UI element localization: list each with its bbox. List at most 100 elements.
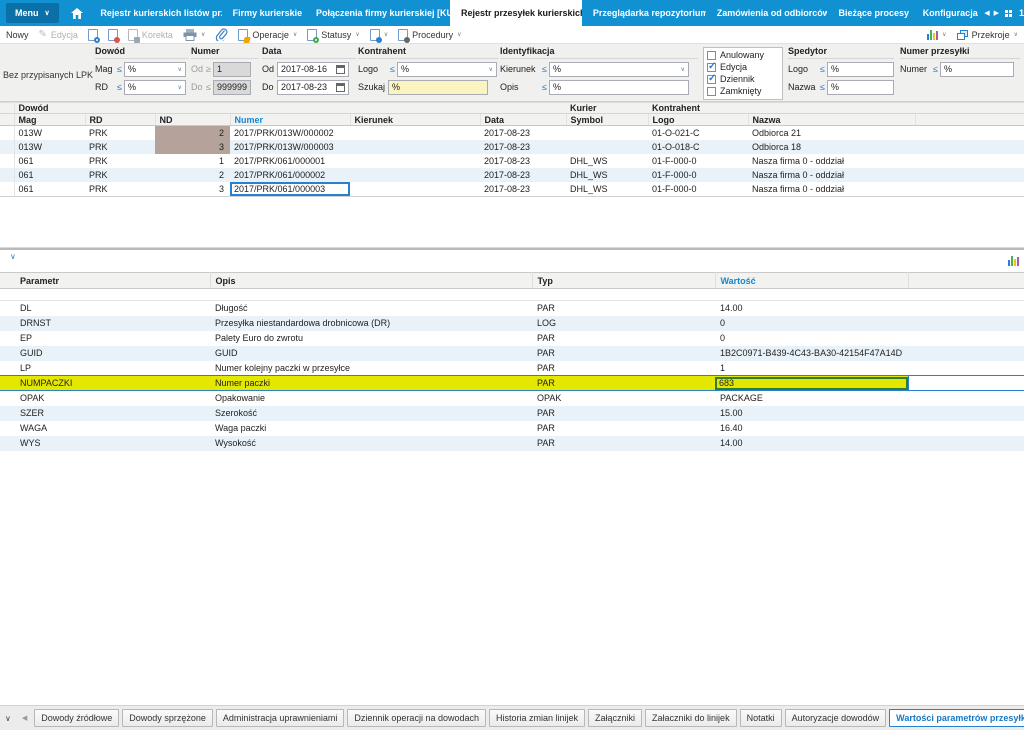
cell-logo[interactable]: 01-F-000-0 bbox=[648, 167, 749, 182]
cell-wartosc[interactable]: 15.00 bbox=[715, 405, 908, 421]
tabs-scroll-left-icon[interactable]: ◀ bbox=[22, 714, 27, 722]
cell-wartosc[interactable]: 0 bbox=[715, 315, 908, 331]
bottom-tab-dowody-sprzezone[interactable]: Dowody sprzężone bbox=[122, 709, 213, 727]
checkbox-dziennik[interactable]: Dziennik bbox=[707, 73, 779, 85]
cell-symbol[interactable]: DHL_WS bbox=[566, 167, 649, 182]
col-header-data[interactable]: Data bbox=[480, 113, 567, 126]
cell-parametr[interactable]: DRNST bbox=[0, 315, 210, 331]
procedures-menu-button[interactable]: Procedury ∨ bbox=[398, 28, 462, 43]
col-header-mag[interactable]: Mag bbox=[14, 113, 86, 126]
menu-button[interactable]: Menu ∨ bbox=[6, 3, 59, 23]
data-do-input[interactable]: 2017-08-23 bbox=[277, 79, 349, 95]
kontrahent-szukaj-input[interactable]: % bbox=[388, 79, 488, 95]
cell-numer-focused[interactable]: 2017/PRK/061/000003 bbox=[230, 181, 351, 197]
cell-wartosc[interactable]: 14.00 bbox=[715, 435, 908, 451]
cell-parametr[interactable]: WAGA bbox=[0, 421, 210, 436]
cell-data[interactable]: 2017-08-23 bbox=[480, 167, 567, 182]
cell-typ[interactable]: PAR bbox=[532, 345, 715, 361]
param-row[interactable]: DL Długość PAR 14.00 bbox=[0, 301, 1024, 316]
param-row[interactable]: WAGA Waga paczki PAR 16.40 bbox=[0, 421, 1024, 436]
cell-wartosc[interactable]: 16.40 bbox=[715, 421, 908, 436]
home-button[interactable] bbox=[65, 0, 90, 26]
cell-logo[interactable]: 01-O-021-C bbox=[648, 126, 748, 140]
tab-konfiguracja[interactable]: Konfiguracja bbox=[912, 0, 983, 26]
col-header-typ[interactable]: Typ bbox=[532, 272, 716, 289]
cell-wartosc[interactable]: PACKAGE bbox=[715, 391, 908, 406]
bottom-tab-historia-zmian-linijek[interactable]: Historia zmian linijek bbox=[488, 709, 586, 727]
cell-data[interactable]: 2017-08-23 bbox=[480, 181, 567, 197]
chart-view-button[interactable]: ∨ bbox=[927, 29, 947, 40]
edit-cell-box[interactable]: 683 bbox=[715, 376, 908, 390]
col-header-logo[interactable]: Logo bbox=[648, 113, 749, 126]
param-row[interactable]: SZER Szerokość PAR 15.00 bbox=[0, 405, 1024, 421]
cell-rd[interactable]: PRK bbox=[85, 181, 155, 197]
cell-rd[interactable]: PRK bbox=[85, 154, 155, 168]
table-row[interactable]: 061 PRK 2 2017/PRK/061/000002 2017-08-23… bbox=[0, 167, 1024, 182]
numer-od-input[interactable]: 1 bbox=[212, 61, 251, 77]
param-row[interactable]: OPAK Opakowanie OPAK PACKAGE bbox=[0, 391, 1024, 406]
cell-mag[interactable]: 061 bbox=[14, 181, 85, 197]
cell-data[interactable]: 2017-08-23 bbox=[480, 154, 566, 168]
cell-opis[interactable]: Przesyłka niestandardowa drobnicowa (DR) bbox=[210, 315, 532, 331]
bottom-tab-dziennik-operacji[interactable]: Dziennik operacji na dowodach bbox=[347, 709, 486, 727]
cell-kierunek[interactable] bbox=[350, 181, 481, 197]
bottom-tab-zalaczniki[interactable]: Załączniki bbox=[588, 709, 643, 727]
calendar-icon[interactable] bbox=[336, 82, 345, 92]
cell-opis[interactable]: GUID bbox=[210, 345, 532, 361]
cell-data[interactable]: 2017-08-23 bbox=[480, 139, 567, 154]
filter-row[interactable] bbox=[0, 288, 1024, 301]
operations-menu-button[interactable]: Operacje ∨ bbox=[238, 28, 297, 43]
param-row-selected[interactable]: NUMPACZKI Numer paczki PAR 683 bbox=[0, 375, 1024, 391]
spedytor-logo-input[interactable]: % bbox=[826, 61, 894, 77]
cell-parametr[interactable]: GUID bbox=[0, 345, 210, 361]
rd-select[interactable]: % ∨ bbox=[123, 79, 186, 95]
cell-logo[interactable]: 01-F-000-0 bbox=[648, 181, 749, 197]
cell-mag[interactable]: 061 bbox=[14, 167, 85, 182]
tab-polaczenia-firmy-kurierskiej[interactable]: Połączenia firmy kurierskiej [KURIER bbox=[305, 0, 450, 26]
panel-splitter[interactable] bbox=[0, 247, 1024, 250]
col-header-parametr[interactable]: Parametr bbox=[0, 272, 211, 289]
cell-typ[interactable]: PAR bbox=[532, 421, 715, 436]
cell-numer[interactable]: 2017/PRK/013W/000002 bbox=[230, 126, 350, 140]
cell-parametr[interactable]: NUMPACZKI bbox=[0, 375, 210, 391]
numer-do-input[interactable]: 999999 bbox=[212, 79, 251, 95]
cell-nd[interactable]: 1 bbox=[155, 154, 230, 168]
kontrahent-logo-select[interactable]: % ∨ bbox=[396, 61, 497, 77]
edit-button[interactable]: ✎ Edycja bbox=[39, 29, 78, 40]
col-header-rd[interactable]: RD bbox=[85, 113, 156, 126]
collapse-tabs-icon[interactable]: ∨ bbox=[5, 714, 11, 723]
kierunek-select[interactable]: % ∨ bbox=[548, 61, 689, 77]
cell-opis[interactable]: Numer paczki bbox=[210, 375, 532, 391]
numer-przesylki-input[interactable]: % bbox=[939, 61, 1014, 77]
bottom-tab-zalaczniki-do-linijek[interactable]: Załaczniki do linijek bbox=[645, 709, 737, 727]
cell-typ[interactable]: LOG bbox=[532, 315, 715, 331]
cell-wartosc[interactable]: 1 bbox=[715, 361, 908, 376]
data-od-input[interactable]: 2017-08-16 bbox=[277, 61, 349, 77]
table-row[interactable]: 013W PRK 2 2017/PRK/013W/000002 2017-08-… bbox=[0, 125, 1024, 140]
col-header-opis[interactable]: Opis bbox=[210, 272, 533, 289]
spedytor-nazwa-input[interactable]: % bbox=[826, 79, 894, 95]
cell-numer[interactable]: 2017/PRK/061/000001 bbox=[230, 154, 350, 168]
table-row[interactable]: 061 PRK 1 2017/PRK/061/000001 2017-08-23… bbox=[0, 153, 1024, 168]
col-header-symbol[interactable]: Symbol bbox=[566, 113, 649, 126]
cell-logo[interactable]: 01-O-018-C bbox=[648, 139, 749, 154]
cell-mag[interactable]: 013W bbox=[14, 126, 85, 140]
cell-opis[interactable]: Numer kolejny paczki w przesyłce bbox=[210, 361, 532, 376]
cell-opis[interactable]: Waga paczki bbox=[210, 421, 532, 436]
bottom-tab-wartosci-parametrow-przesylki[interactable]: Wartości parametrów przesyłki bbox=[889, 709, 1024, 727]
cell-mag[interactable]: 013W bbox=[14, 139, 85, 154]
cell-wartosc[interactable]: 1B2C0971-B439-4C43-BA30-42154F47A14D bbox=[715, 345, 908, 361]
cell-typ[interactable]: PAR bbox=[532, 435, 715, 451]
cell-nd[interactable]: 2 bbox=[155, 167, 231, 182]
tab-przegladarka-repozytorium[interactable]: Przeglądarka repozytorium bbox=[582, 0, 706, 26]
cell-typ[interactable]: PAR bbox=[532, 361, 715, 376]
col-header-nazwa[interactable]: Nazwa bbox=[748, 113, 916, 126]
col-header-kierunek[interactable]: Kierunek bbox=[350, 113, 481, 126]
collapse-panel-icon[interactable]: ∨ bbox=[10, 252, 16, 261]
cell-typ[interactable]: PAR bbox=[532, 301, 715, 316]
cell-kierunek[interactable] bbox=[350, 139, 481, 154]
cell-opis[interactable]: Wysokość bbox=[210, 435, 532, 451]
cell-nazwa[interactable]: Odbiorca 21 bbox=[748, 126, 915, 140]
cell-kierunek[interactable] bbox=[350, 154, 480, 168]
print-button[interactable]: ∨ bbox=[183, 28, 205, 41]
